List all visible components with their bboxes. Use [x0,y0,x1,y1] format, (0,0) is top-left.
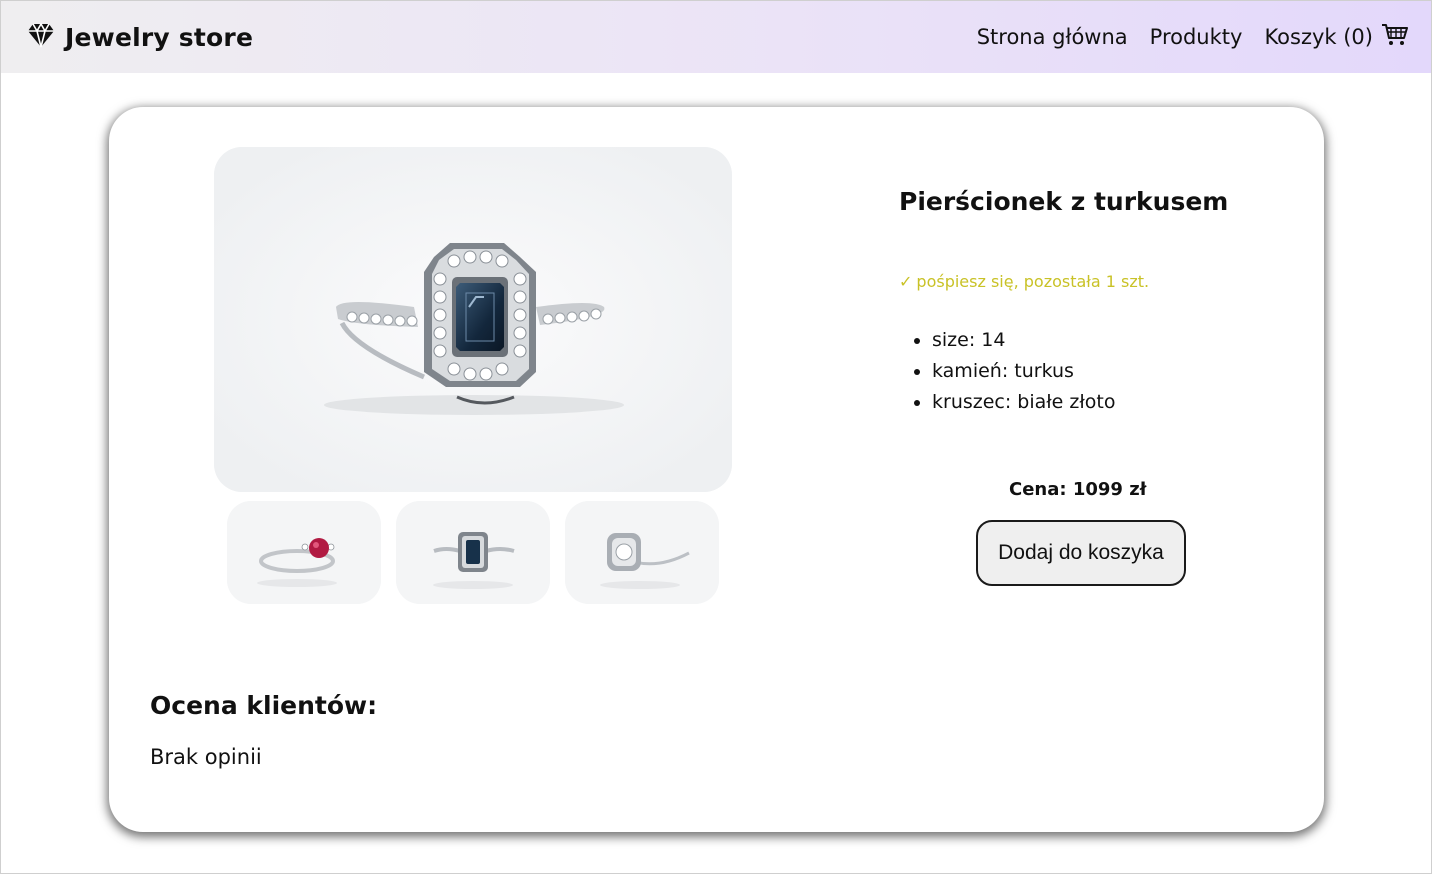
ring-sapphire-icon [396,501,550,604]
stock-text: pośpiesz się, pozostała 1 szt. [916,272,1150,291]
nav-home-link[interactable]: Strona główna [977,25,1128,49]
thumbnail-diamond-ring[interactable] [565,501,719,604]
price-label: Cena: [1009,479,1067,500]
thumbnail-sapphire-ring[interactable] [396,501,550,604]
nav-cart-link[interactable]: Koszyk (0) [1264,23,1409,52]
price-value: 1099 zł [1072,479,1147,500]
nav-products-link[interactable]: Produkty [1150,25,1243,49]
stock-status: ✓ pośpiesz się, pozostała 1 szt. [899,272,1299,291]
cart-label: Koszyk (0) [1264,25,1373,49]
thumbnail-ruby-ring[interactable] [227,501,381,604]
top-navbar: Jewelry store Strona główna Produkty Kos… [1,1,1431,73]
brand-name: Jewelry store [65,22,254,52]
diamond-icon [27,22,55,52]
product-title: Pierścionek z turkusem [899,187,1229,216]
add-to-cart-button[interactable]: Dodaj do koszyka [976,520,1186,586]
check-icon: ✓ [899,272,913,291]
reviews-empty-text: Brak opinii [150,745,262,769]
main-nav: Strona główna Produkty Koszyk (0) [977,23,1409,52]
brand[interactable]: Jewelry store [27,22,253,52]
product-specs: size: 14 kamień: turkus kruszec: białe z… [899,329,1299,413]
product-main-image [214,147,732,492]
spec-stone: kamień: turkus [932,360,1299,382]
cart-icon [1381,23,1409,52]
spec-metal: kruszec: białe złoto [932,391,1299,413]
ring-ruby-icon [227,501,381,604]
thumbnail-strip [227,501,719,604]
product-details: Pierścionek z turkusem ✓ pośpiesz się, p… [899,187,1299,422]
spec-size: size: 14 [932,329,1299,351]
product-card: Pierścionek z turkusem ✓ pośpiesz się, p… [109,107,1324,832]
price: Cena: 1099 zł [1009,479,1146,500]
reviews-title: Ocena klientów: [150,691,378,720]
ring-diamond-icon [565,501,719,604]
